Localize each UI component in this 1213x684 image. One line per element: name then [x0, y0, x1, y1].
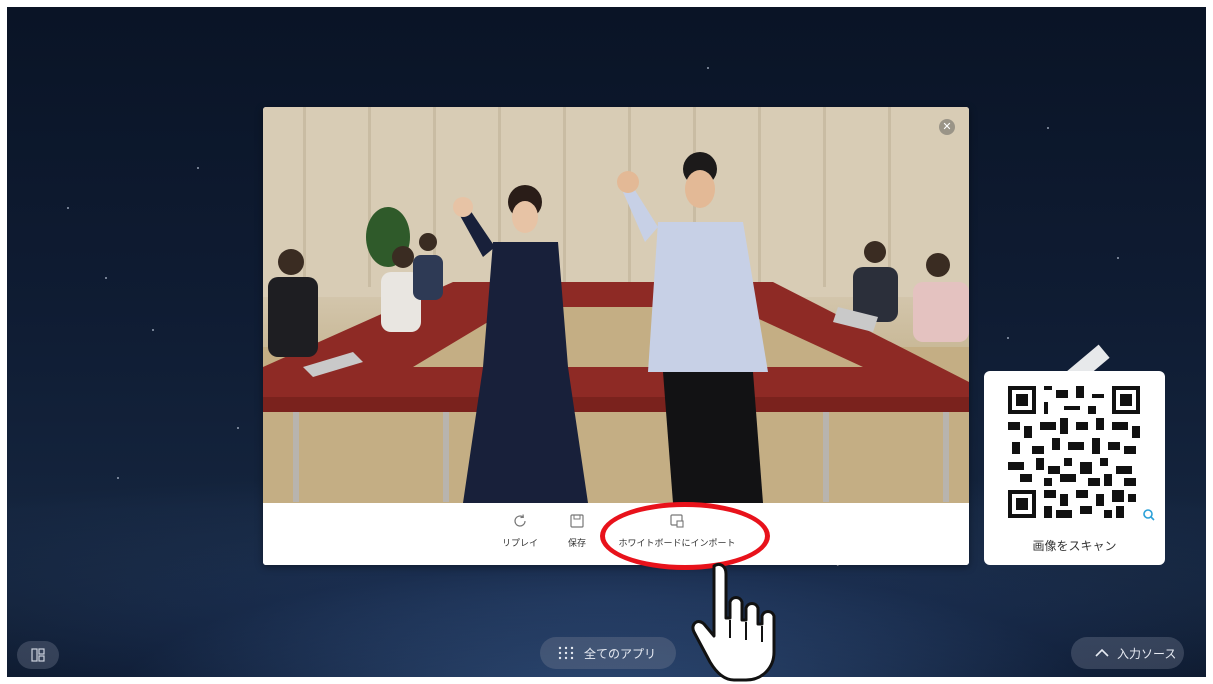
input-source-button[interactable]: 入力ソース — [1071, 637, 1184, 669]
pointing-hand-icon — [691, 562, 776, 682]
all-apps-button[interactable]: 全てのアプリ — [540, 637, 676, 669]
chevron-up-icon — [1095, 648, 1109, 657]
close-icon[interactable]: ✕ — [939, 119, 955, 135]
apps-grid-icon — [558, 646, 574, 660]
scan-image-label: 画像をスキャン — [1032, 539, 1117, 553]
save-icon — [570, 514, 584, 528]
replay-button[interactable]: リプレイ — [490, 513, 550, 549]
save-label: 保存 — [567, 539, 586, 549]
input-source-label: 入力ソース — [1117, 647, 1177, 661]
replay-icon — [514, 514, 526, 527]
all-apps-label: 全てのアプリ — [584, 647, 657, 661]
replay-label: リプレイ — [501, 539, 538, 549]
qr-scan-card[interactable]: 画像をスキャン — [984, 371, 1165, 565]
qr-code — [1008, 386, 1140, 518]
zoom-icon[interactable] — [1143, 509, 1155, 521]
captured-photo: ✕ — [263, 107, 969, 503]
save-button[interactable]: 保存 — [557, 513, 597, 549]
captured-photo-panel: ✕ リプレイ 保存 ホワイトボードにインポート — [263, 107, 969, 565]
multi-window-button[interactable] — [17, 641, 59, 669]
multi-window-icon — [31, 648, 45, 662]
